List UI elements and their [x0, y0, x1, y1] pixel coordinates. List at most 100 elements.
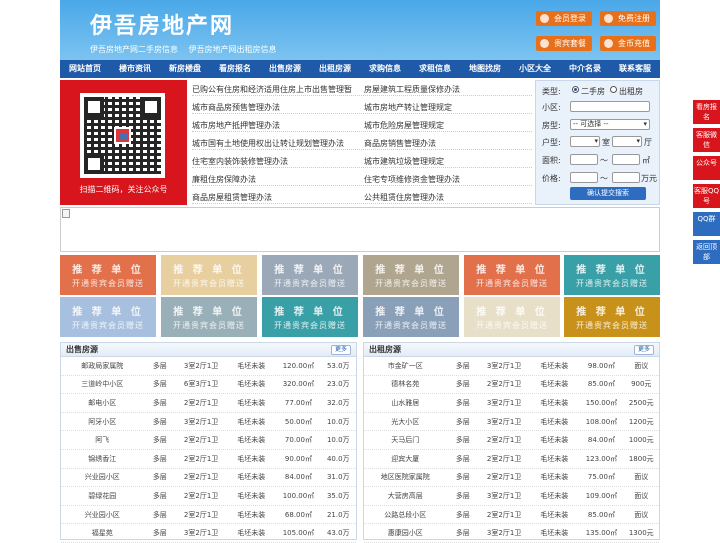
policy-link[interactable]: 城市房地产转让管理规定	[364, 102, 452, 113]
community-name[interactable]: 邮政局家属院	[61, 361, 144, 371]
nav-communities[interactable]: 小区大全	[510, 60, 560, 78]
sidebar-qq[interactable]: 客服QQ号	[693, 184, 720, 208]
policy-link[interactable]: 商品房屋租赁管理办法	[192, 192, 272, 203]
listing-row[interactable]: 市金矿一区 多层 3室2厅1卫 毛坯未装 98.00㎡ 面议	[364, 357, 659, 376]
policy-link[interactable]: 城市房地产抵押管理办法	[192, 120, 280, 131]
community-name[interactable]: 福星苑	[61, 528, 144, 538]
radio-sale[interactable]	[572, 86, 579, 93]
sidebar-qq-group[interactable]: QQ群	[693, 212, 720, 236]
recommended-unit-ad[interactable]: 推 荐 单 位开通贵宾会员赠送	[464, 255, 560, 295]
sale-info-link[interactable]: 伊吾房地产网二手房信息	[90, 45, 178, 54]
listing-row[interactable]: 阿牙小区 多层 3室2厅1卫 毛坯未装 50.00㎡ 10.0万	[61, 413, 356, 432]
community-name[interactable]: 碧绿花园	[61, 491, 144, 501]
listing-row[interactable]: 兴业园小区 多层 2室2厅1卫 毛坯未装 84.00㎡ 31.0万	[61, 469, 356, 488]
banner-image[interactable]	[60, 207, 660, 252]
hall-select[interactable]: ▾	[612, 136, 642, 147]
listing-row[interactable]: 碧绿花园 多层 2室2厅1卫 毛坯未装 100.00㎡ 35.0万	[61, 487, 356, 506]
nav-wanted-rent[interactable]: 求租信息	[410, 60, 460, 78]
policy-link[interactable]: 住宅专项维修资金管理办法	[364, 174, 460, 185]
nav-home[interactable]: 网站首页	[60, 60, 110, 78]
community-name[interactable]: 惠康园小区	[364, 528, 447, 538]
listing-row[interactable]: 兴业园小区 多层 2室2厅1卫 毛坯未装 68.00㎡ 21.0万	[61, 506, 356, 525]
community-name[interactable]: 阿牙小区	[61, 417, 144, 427]
nav-for-sale[interactable]: 出售房源	[260, 60, 310, 78]
community-name[interactable]: 市金矿一区	[364, 361, 447, 371]
member-login-button[interactable]: 会员登录	[536, 11, 592, 26]
recommended-unit-ad[interactable]: 推 荐 单 位开通贵宾会员赠送	[464, 297, 560, 337]
listing-row[interactable]: 三道岭中小区 多层 6室3厅1卫 毛坯未装 320.00㎡ 23.0万	[61, 376, 356, 395]
price-min-input[interactable]	[570, 172, 598, 183]
recommended-unit-ad[interactable]: 推 荐 单 位开通贵宾会员赠送	[564, 255, 660, 295]
recommended-unit-ad[interactable]: 推 荐 单 位开通贵宾会员赠送	[60, 255, 156, 295]
sidebar-wechat[interactable]: 客服微信	[693, 128, 720, 152]
listing-row[interactable]: 大营房高层 多层 3室2厅1卫 毛坯未装 109.00㎡ 面议	[364, 487, 659, 506]
sidebar-viewing-signup[interactable]: 看房报名	[693, 100, 720, 124]
policy-link[interactable]: 廉租住房保障办法	[192, 174, 256, 185]
nav-for-rent[interactable]: 出租房源	[310, 60, 360, 78]
community-name[interactable]: 山水雅居	[364, 398, 447, 408]
recommended-unit-ad[interactable]: 推 荐 单 位开通贵宾会员赠送	[60, 297, 156, 337]
listing-row[interactable]: 福星苑 多层 3室2厅1卫 毛坯未装 105.00㎡ 43.0万	[61, 524, 356, 543]
policy-link[interactable]: 住宅室内装饰装修管理办法	[192, 156, 288, 167]
nav-viewing-signup[interactable]: 看房报名	[210, 60, 260, 78]
community-name[interactable]: 天马后门	[364, 435, 447, 445]
recharge-button[interactable]: 金币充值	[600, 36, 656, 51]
recommended-unit-ad[interactable]: 推 荐 单 位开通贵宾会员赠送	[262, 297, 358, 337]
community-name[interactable]: 兴业园小区	[61, 510, 144, 520]
recommended-unit-ad[interactable]: 推 荐 单 位开通贵宾会员赠送	[363, 255, 459, 295]
listing-row[interactable]: 阿飞 多层 2室2厅1卫 毛坯未装 70.00㎡ 10.0万	[61, 431, 356, 450]
recommended-unit-ad[interactable]: 推 荐 单 位开通贵宾会员赠送	[161, 297, 257, 337]
rent-more-button[interactable]: 更多	[633, 345, 654, 355]
community-name[interactable]: 兴业园小区	[61, 472, 144, 482]
recommended-unit-ad[interactable]: 推 荐 单 位开通贵宾会员赠送	[564, 297, 660, 337]
area-min-input[interactable]	[570, 154, 598, 165]
community-name[interactable]: 公路总段小区	[364, 510, 447, 520]
vip-package-button[interactable]: 贵宾套餐	[536, 36, 592, 51]
site-logo[interactable]: 伊吾房地产网	[90, 8, 234, 40]
community-name[interactable]: 三道岭中小区	[61, 379, 144, 389]
nav-wanted-buy[interactable]: 求购信息	[360, 60, 410, 78]
community-name[interactable]: 德林名苑	[364, 379, 447, 389]
nav-contact[interactable]: 联系客服	[610, 60, 660, 78]
listing-row[interactable]: 天马后门 多层 2室2厅1卫 毛坯未装 84.00㎡ 1000元	[364, 431, 659, 450]
community-name[interactable]: 大营房高层	[364, 491, 447, 501]
community-name[interactable]: 阿飞	[61, 435, 144, 445]
policy-link[interactable]: 已购公有住房和经济适用住房上市出售管理暂	[192, 84, 352, 95]
policy-link[interactable]: 公共租赁住房管理办法	[364, 192, 444, 203]
room-select[interactable]: ▾	[570, 136, 600, 147]
listing-row[interactable]: 德林名苑 多层 2室2厅1卫 毛坯未装 85.00㎡ 900元	[364, 376, 659, 395]
nav-agents[interactable]: 中介名录	[560, 60, 610, 78]
listing-row[interactable]: 邮政局家属院 多层 3室2厅1卫 毛坯未装 120.00㎡ 53.0万	[61, 357, 356, 376]
community-input[interactable]	[570, 101, 650, 112]
listing-row[interactable]: 公路总段小区 多层 2室2厅1卫 毛坯未装 85.00㎡ 面议	[364, 506, 659, 525]
policy-link[interactable]: 城市国有土地使用权出让转让规划管理办法	[192, 138, 344, 149]
nav-news[interactable]: 楼市资讯	[110, 60, 160, 78]
nav-map[interactable]: 地图找房	[460, 60, 510, 78]
policy-link[interactable]: 城市危险房屋管理规定	[364, 120, 444, 131]
listing-row[interactable]: 地区医院家属院 多层 2室2厅1卫 毛坯未装 75.00㎡ 面议	[364, 469, 659, 488]
listing-row[interactable]: 山水雅居 多层 3室2厅1卫 毛坯未装 150.00㎡ 2500元	[364, 394, 659, 413]
community-name[interactable]: 迎宾大厦	[364, 454, 447, 464]
community-name[interactable]: 地区医院家属院	[364, 472, 447, 482]
recommended-unit-ad[interactable]: 推 荐 单 位开通贵宾会员赠送	[161, 255, 257, 295]
nav-new-homes[interactable]: 新房楼盘	[160, 60, 210, 78]
area-max-input[interactable]	[612, 154, 640, 165]
house-type-select[interactable]: -- 可选择 -- ▾	[570, 119, 650, 130]
radio-rent[interactable]	[610, 86, 617, 93]
sidebar-official-account[interactable]: 公众号	[693, 156, 720, 180]
listing-row[interactable]: 迎宾大厦 多层 2室2厅1卫 毛坯未装 123.00㎡ 1800元	[364, 450, 659, 469]
listing-row[interactable]: 邮电小区 多层 2室2厅1卫 毛坯未装 77.00㎡ 32.0万	[61, 394, 356, 413]
search-submit-button[interactable]: 确认提交搜索	[570, 187, 646, 200]
register-button[interactable]: 免费注册	[600, 11, 656, 26]
recommended-unit-ad[interactable]: 推 荐 单 位开通贵宾会员赠送	[363, 297, 459, 337]
sale-more-button[interactable]: 更多	[330, 345, 351, 355]
community-name[interactable]: 邮电小区	[61, 398, 144, 408]
sidebar-back-to-top[interactable]: 返回顶部	[693, 240, 720, 264]
policy-link[interactable]: 商品房销售管理办法	[364, 138, 436, 149]
listing-row[interactable]: 锦绣香江 多层 2室2厅1卫 毛坯未装 90.00㎡ 40.0万	[61, 450, 356, 469]
policy-link[interactable]: 房屋建筑工程质量保修办法	[364, 84, 460, 95]
listing-row[interactable]: 光大小区 多层 3室2厅1卫 毛坯未装 108.00㎡ 1200元	[364, 413, 659, 432]
community-name[interactable]: 光大小区	[364, 417, 447, 427]
rent-info-link[interactable]: 伊吾房地产网出租房信息	[189, 45, 277, 54]
policy-link[interactable]: 城市商品房预售管理办法	[192, 102, 280, 113]
